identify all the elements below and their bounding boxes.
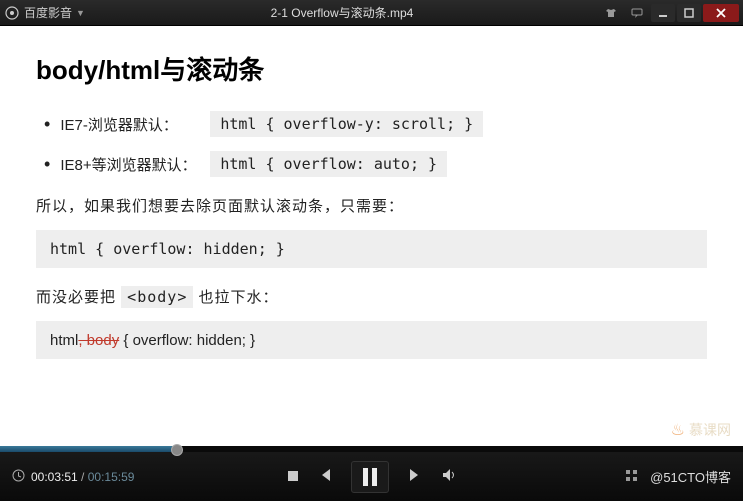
control-row: 00:03:51 / 00:15:59 @51CTO博客: [0, 452, 743, 501]
watermark-text: 慕课网: [689, 420, 731, 440]
window-controls: [599, 4, 739, 22]
right-controls: @51CTO博客: [625, 467, 731, 486]
code-inline: html { overflow-y: scroll; }: [210, 111, 483, 137]
playback-buttons: [287, 461, 457, 493]
code-text: { overflow: hidden; }: [119, 332, 255, 349]
app-logo-icon: [4, 5, 20, 21]
app-name: 百度影音: [24, 4, 72, 21]
grid-icon[interactable]: [625, 469, 638, 485]
titlebar: 百度影音 ▼ 2-1 Overflow与滚动条.mp4: [0, 0, 743, 26]
progress-bar[interactable]: [0, 446, 743, 452]
comment-icon[interactable]: [625, 4, 649, 22]
list-item: IE7-浏览器默认： html { overflow-y: scroll; }: [44, 111, 707, 137]
shirt-icon[interactable]: [599, 4, 623, 22]
close-button[interactable]: [703, 4, 739, 22]
text: 而没必要把: [36, 289, 121, 306]
volume-button[interactable]: [441, 467, 457, 488]
progress-fill: [0, 446, 178, 452]
page-title: body/html与滚动条: [36, 50, 707, 87]
next-button[interactable]: [407, 467, 423, 488]
text: 也拉下水：: [193, 289, 278, 306]
bullet-label: IE8+等浏览器默认：: [60, 154, 210, 175]
duration: 00:15:59: [88, 470, 135, 484]
time-sep: /: [78, 470, 88, 484]
strike-text: , body: [78, 332, 119, 349]
file-title: 2-1 Overflow与滚动条.mp4: [85, 4, 599, 21]
clock-icon: [12, 469, 25, 485]
flame-icon: ♨: [671, 420, 685, 440]
bullet-label: IE7-浏览器默认：: [60, 114, 210, 135]
maximize-button[interactable]: [677, 4, 701, 22]
prev-button[interactable]: [317, 467, 333, 488]
code-inline: <body>: [121, 286, 193, 308]
code-text: html: [50, 332, 78, 349]
paragraph: 所以，如果我们想要去除页面默认滚动条，只需要：: [36, 195, 707, 216]
stop-button[interactable]: [287, 470, 299, 485]
current-time: 00:03:51: [31, 470, 78, 484]
list-item: IE8+等浏览器默认： html { overflow: auto; }: [44, 151, 707, 177]
video-content: body/html与滚动条 IE7-浏览器默认： html { overflow…: [0, 26, 743, 446]
attribution: @51CTO博客: [650, 467, 731, 486]
code-block: html, body { overflow: hidden; }: [36, 321, 707, 359]
bullet-list: IE7-浏览器默认： html { overflow-y: scroll; } …: [44, 111, 707, 177]
pause-button[interactable]: [351, 461, 389, 493]
minimize-button[interactable]: [651, 4, 675, 22]
code-block: html { overflow: hidden; }: [36, 230, 707, 268]
watermark: ♨ 慕课网: [671, 420, 731, 440]
code-inline: html { overflow: auto; }: [210, 151, 447, 177]
dropdown-icon[interactable]: ▼: [76, 8, 85, 18]
paragraph: 而没必要把 <body> 也拉下水：: [36, 286, 707, 307]
player-controls: 00:03:51 / 00:15:59 @51CTO博客: [0, 446, 743, 501]
